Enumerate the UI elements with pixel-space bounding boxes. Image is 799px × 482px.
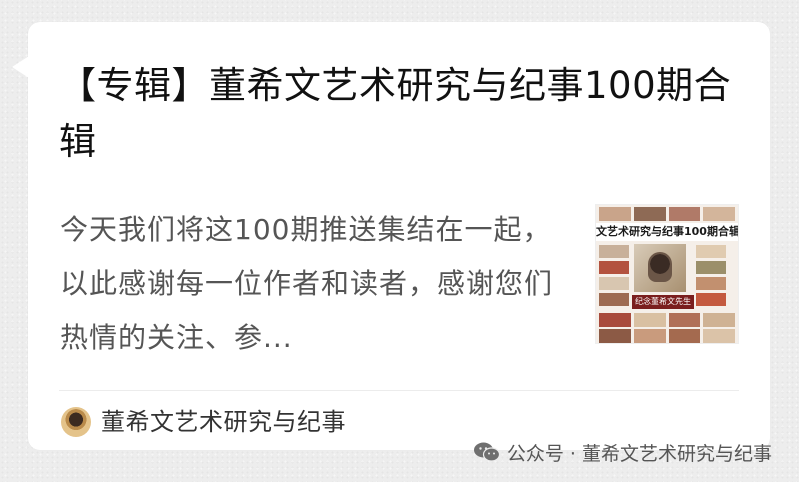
thumbnail-caption: 纪念董希文先生 xyxy=(632,295,694,309)
wechat-watermark: 公众号 · 董希文艺术研究与纪事 xyxy=(473,437,772,467)
thumbnail-left-column xyxy=(599,245,629,306)
article-card[interactable]: 【专辑】董希文艺术研究与纪事100期合辑 今天我们将这100期推送集结在一起，以… xyxy=(28,22,770,450)
thumbnail-banner: 文艺术研究与纪事100期合辑 xyxy=(596,223,738,241)
thumbnail-portrait xyxy=(634,244,686,292)
author-avatar[interactable] xyxy=(61,407,91,437)
thumbnail-right-column xyxy=(696,245,726,306)
author-name[interactable]: 董希文艺术研究与纪事 xyxy=(101,405,346,439)
card-divider xyxy=(59,390,739,391)
thumbnail-bottom-strip-1 xyxy=(596,313,738,327)
thumbnail-top-strip xyxy=(596,207,738,221)
wechat-icon xyxy=(473,441,501,463)
card-pointer xyxy=(12,56,29,78)
article-thumbnail[interactable]: 文艺术研究与纪事100期合辑 纪念董希文先生 xyxy=(595,204,739,344)
article-summary: 今天我们将这100期推送集结在一起，以此感谢每一位作者和读者，感谢您们热情的关注… xyxy=(60,213,554,354)
article-title[interactable]: 【专辑】董希文艺术研究与纪事100期合辑 xyxy=(59,58,749,170)
watermark-text: 公众号 · 董希文艺术研究与纪事 xyxy=(506,442,772,465)
thumbnail-bottom-strip-2 xyxy=(596,329,738,343)
